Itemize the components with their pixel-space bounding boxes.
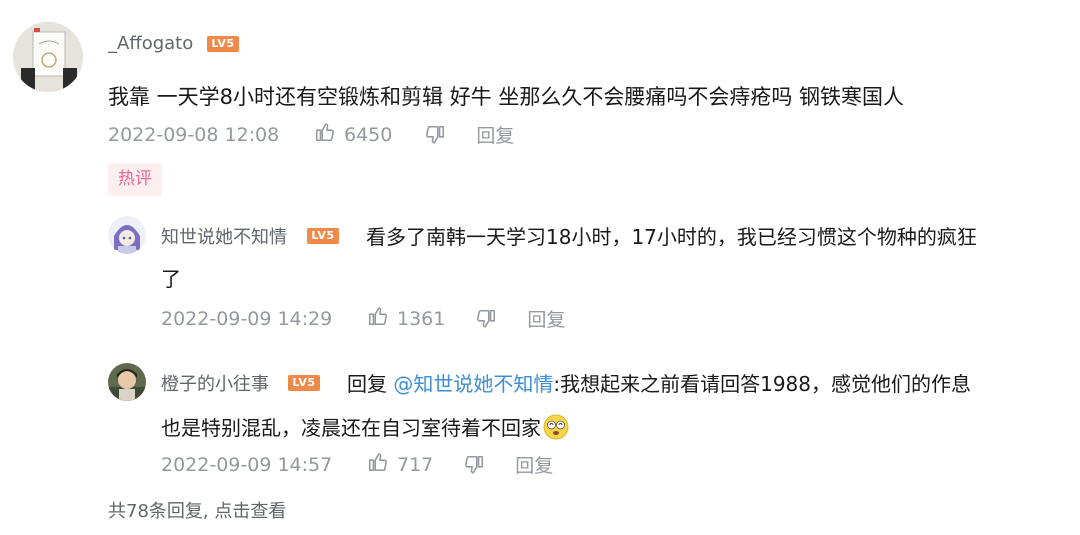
avatar[interactable] (13, 22, 83, 92)
reply-text: 看多了南韩一天学习18小时，17小时的，我已经习惯这个物种的疯狂 (366, 225, 977, 249)
comment-time: 2022-09-08 12:08 (108, 123, 280, 146)
thumbs-down-icon (426, 125, 445, 144)
dislike-button[interactable] (424, 124, 446, 146)
like-count: 717 (397, 453, 434, 476)
thumbs-up-icon (367, 451, 389, 478)
reply-text-continuation: 了 (161, 267, 181, 291)
level-badge: LV5 (288, 375, 320, 391)
reply-username[interactable]: 知世说她不知情 (161, 223, 287, 249)
view-more-replies-link[interactable]: 共78条回复, 点击查看 (108, 497, 286, 523)
reply-time: 2022-09-09 14:57 (161, 453, 333, 476)
reply-text: 回复 @知世说她不知情:我想起来之前看请回答1988，感觉他们的作息 (347, 368, 971, 397)
reply-button[interactable]: 回复 (476, 121, 514, 148)
comment-text: 我靠 一天学8小时还有空锻炼和剪辑 好牛 坐那么久不会腰痛吗不会痔疮吗 钢铁寒国… (108, 85, 905, 109)
reply-button[interactable]: 回复 (527, 305, 565, 332)
like-button[interactable]: 6450 (314, 121, 392, 148)
thumbs-up-icon (367, 305, 389, 332)
dislike-button[interactable] (475, 308, 497, 330)
reply-prefix: 回复 (347, 372, 387, 396)
username[interactable]: _Affogato (108, 33, 193, 54)
reply-avatar[interactable] (108, 363, 146, 401)
level-badge: LV5 (207, 36, 239, 52)
dizzy-face-emoji-icon (543, 414, 569, 440)
dislike-button[interactable] (463, 454, 485, 476)
reply-text-line: 也是特别混乱，凌晨还在自习室待着不回家 (161, 416, 541, 440)
reply-username[interactable]: 橙子的小往事 (161, 370, 269, 396)
hot-comment-tag: 热评 (108, 163, 162, 196)
like-button[interactable]: 1361 (367, 305, 445, 332)
reply-button[interactable]: 回复 (515, 451, 553, 478)
thumbs-up-icon (314, 121, 336, 148)
like-count: 6450 (344, 123, 393, 146)
comment-meta: 2022-09-08 12:08 6450 回复 (108, 121, 514, 148)
reply-text-body: :我想起来之前看请回答1988，感觉他们的作息 (553, 372, 971, 396)
reply-meta: 2022-09-09 14:57 717 回复 (161, 451, 553, 478)
reply-avatar[interactable] (108, 216, 146, 254)
like-button[interactable]: 717 (367, 451, 433, 478)
level-badge: LV5 (307, 228, 339, 244)
reply-time: 2022-09-09 14:29 (161, 307, 333, 330)
thumbs-down-icon (465, 455, 484, 474)
like-count: 1361 (397, 307, 446, 330)
reply-text-continuation: 也是特别混乱，凌晨还在自习室待着不回家 (161, 412, 569, 441)
reply-meta: 2022-09-09 14:29 1361 回复 (161, 305, 565, 332)
thumbs-down-icon (477, 309, 496, 328)
mention-link[interactable]: @知世说她不知情 (393, 372, 553, 396)
